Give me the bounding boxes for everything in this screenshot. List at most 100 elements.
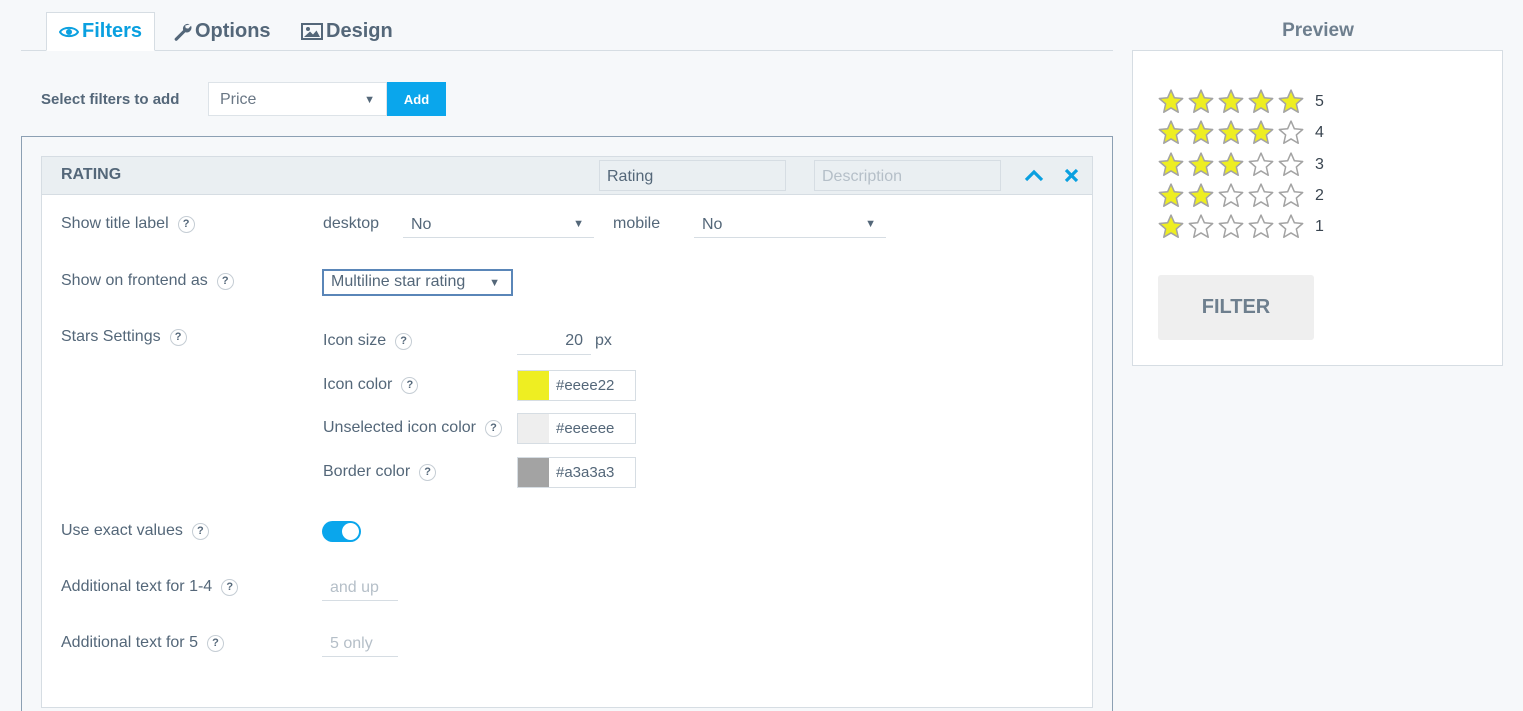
chevron-up-icon[interactable] xyxy=(1024,168,1044,182)
desktop-label: desktop xyxy=(323,215,380,232)
star-icon xyxy=(1158,89,1184,114)
star-icon xyxy=(1248,120,1274,145)
mobile-title-value: No xyxy=(702,216,723,233)
stars-settings-label: Stars Settings ? xyxy=(61,328,187,346)
tab-design[interactable]: Design xyxy=(301,12,393,51)
icon-size-label: Icon size ? xyxy=(323,332,413,350)
stars-settings-text: Stars Settings xyxy=(61,328,161,345)
border-color-picker[interactable]: #a3a3a3 xyxy=(517,457,636,488)
rating-value: 2 xyxy=(1315,186,1324,204)
help-icon[interactable]: ? xyxy=(221,578,239,596)
star-icon xyxy=(1188,89,1214,114)
tab-filters[interactable]: Filters xyxy=(46,12,156,51)
unselected-color-picker[interactable]: #eeeeee xyxy=(517,413,636,444)
caret-down-icon: ▼ xyxy=(364,94,375,106)
show-on-frontend-label: Show on frontend as ? xyxy=(61,272,234,290)
star-icon xyxy=(1218,151,1244,176)
add-filter-button[interactable]: Add xyxy=(387,82,446,116)
star-icon xyxy=(1278,120,1304,145)
caret-down-icon: ▼ xyxy=(865,218,876,230)
filter-description-input[interactable]: Description xyxy=(814,160,1001,191)
help-icon[interactable]: ? xyxy=(191,522,209,540)
frontend-display-select[interactable]: Multiline star rating ▼ xyxy=(322,269,513,296)
filter-type-value: Price xyxy=(220,91,257,108)
icon-color-swatch[interactable] xyxy=(518,371,549,400)
help-icon[interactable]: ? xyxy=(169,328,187,346)
help-icon[interactable]: ? xyxy=(216,272,234,290)
star-icon xyxy=(1278,214,1304,239)
rating-value: 4 xyxy=(1315,124,1324,142)
icon-color-text: Icon color xyxy=(323,376,393,393)
tab-options[interactable]: Options xyxy=(173,12,271,51)
icon-color-picker[interactable]: #eeee22 xyxy=(517,370,636,401)
help-icon[interactable]: ? xyxy=(484,419,502,437)
caret-down-icon: ▼ xyxy=(489,277,500,289)
rating-row[interactable]: 4 xyxy=(1157,119,1324,147)
additional-text-5-text: Additional text for 5 xyxy=(61,634,198,651)
help-icon[interactable]: ? xyxy=(206,634,224,652)
icon-color-label: Icon color ? xyxy=(323,376,419,394)
star-icon xyxy=(1188,120,1214,145)
caret-down-icon: ▼ xyxy=(573,218,584,230)
star-icon xyxy=(1158,120,1184,145)
star-icon xyxy=(1188,151,1214,176)
rating-row[interactable]: 1 xyxy=(1157,213,1324,241)
additional-text-5-label: Additional text for 5 ? xyxy=(61,634,224,652)
toggle-knob xyxy=(342,523,359,540)
star-icon xyxy=(1278,89,1304,114)
help-icon[interactable]: ? xyxy=(419,463,437,481)
rating-row[interactable]: 5 xyxy=(1157,88,1324,116)
select-filters-label: Select filters to add xyxy=(41,91,180,108)
icon-size-text: Icon size xyxy=(323,332,387,349)
tab-design-label: Design xyxy=(326,20,393,42)
desktop-title-select[interactable]: No ▼ xyxy=(403,213,594,238)
star-icon xyxy=(1188,183,1214,207)
use-exact-values-toggle[interactable] xyxy=(322,521,361,542)
icon-size-unit: px xyxy=(595,332,612,349)
additional-text-5-input[interactable]: 5 only xyxy=(322,632,398,657)
border-color-label: Border color ? xyxy=(323,463,437,481)
filter-title-input[interactable]: Rating xyxy=(599,160,786,191)
unselected-color-swatch[interactable] xyxy=(518,414,549,443)
mobile-title-select[interactable]: No ▼ xyxy=(694,213,886,238)
unselected-color-text: Unselected icon color xyxy=(323,419,476,436)
use-exact-values-label: Use exact values ? xyxy=(61,522,209,540)
rating-value: 3 xyxy=(1315,155,1324,173)
card-title: RATING xyxy=(61,166,122,183)
show-title-label-text: Show title label xyxy=(61,215,169,232)
eye-icon xyxy=(59,26,79,37)
star-icon xyxy=(1218,214,1244,239)
additional-text-1-4-input[interactable]: and up xyxy=(322,576,398,601)
star-icon xyxy=(1278,183,1304,207)
star-icon xyxy=(1158,183,1184,207)
additional-text-1-4-text: Additional text for 1-4 xyxy=(61,578,213,595)
help-icon[interactable]: ? xyxy=(395,332,413,350)
icon-size-input[interactable]: 20 xyxy=(517,330,591,355)
wrench-icon xyxy=(174,23,192,41)
star-icon xyxy=(1158,214,1184,239)
star-icon xyxy=(1248,214,1274,239)
additional-text-1-4-label: Additional text for 1-4 ? xyxy=(61,578,239,596)
tab-filters-label: Filters xyxy=(82,20,143,42)
filter-type-select[interactable]: Price ▼ xyxy=(208,82,387,116)
show-title-label: Show title label ? xyxy=(61,215,195,233)
filter-button[interactable]: FILTER xyxy=(1158,275,1314,340)
tab-options-label: Options xyxy=(195,20,271,42)
border-color-value: #a3a3a3 xyxy=(556,464,615,481)
border-color-text: Border color xyxy=(323,463,411,480)
help-icon[interactable]: ? xyxy=(177,215,195,233)
close-icon[interactable] xyxy=(1064,168,1079,183)
rating-value: 1 xyxy=(1315,218,1324,236)
border-color-swatch[interactable] xyxy=(518,458,549,487)
image-icon xyxy=(301,23,323,40)
rating-row[interactable]: 3 xyxy=(1157,151,1324,179)
preview-title: Preview xyxy=(1282,20,1354,41)
rating-value: 5 xyxy=(1315,93,1324,110)
help-icon[interactable]: ? xyxy=(401,376,419,394)
star-icon xyxy=(1248,89,1274,114)
mobile-label: mobile xyxy=(613,215,661,232)
star-icon xyxy=(1218,183,1244,207)
star-icon xyxy=(1248,183,1274,207)
frontend-display-value: Multiline star rating xyxy=(331,273,466,290)
rating-row[interactable]: 2 xyxy=(1157,182,1324,210)
